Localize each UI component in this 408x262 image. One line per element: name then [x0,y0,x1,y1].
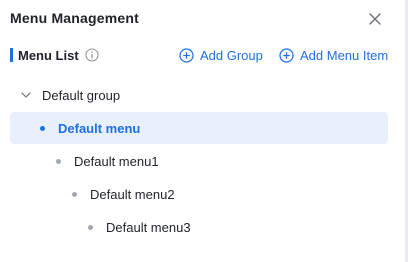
section-title: Menu List [18,47,79,63]
add-group-label: Add Group [200,47,263,63]
add-menu-item-button[interactable]: Add Menu Item [279,46,388,64]
close-icon [369,13,381,25]
tree-bullet-icon [40,125,45,131]
tree-item-default-menu[interactable]: Default menu [40,116,140,140]
plus-circle-icon [179,47,194,63]
close-button[interactable] [368,12,382,26]
menu-list-header: Menu List [10,46,99,64]
tree-item-label: Default menu1 [74,153,159,169]
tree-item-label: Default menu2 [90,186,175,202]
chevron-down-icon[interactable] [20,89,32,101]
tree-item-default-menu2[interactable]: Default menu2 [72,182,175,206]
add-menu-item-label: Add Menu Item [300,47,389,63]
panel-title: Menu Management [10,10,140,26]
tree-item-default-menu1[interactable]: Default menu1 [56,149,159,173]
tree-group-label: Default group [42,87,121,103]
menu-management-panel: Menu Management Menu List Add Group Add … [0,0,408,262]
section-accent-bar [10,48,13,62]
info-circle-icon[interactable] [85,48,99,62]
tree-group-default[interactable]: Default group [20,83,120,107]
tree-item-default-menu3[interactable]: Default menu3 [88,215,191,239]
plus-circle-icon [279,47,294,63]
tree-bullet-icon [88,224,93,230]
tree-item-label: Default menu [58,120,141,136]
tree-item-label: Default menu3 [106,219,191,235]
tree-bullet-icon [72,191,77,197]
tree-bullet-icon [56,158,61,164]
add-group-button[interactable]: Add Group [179,46,263,64]
